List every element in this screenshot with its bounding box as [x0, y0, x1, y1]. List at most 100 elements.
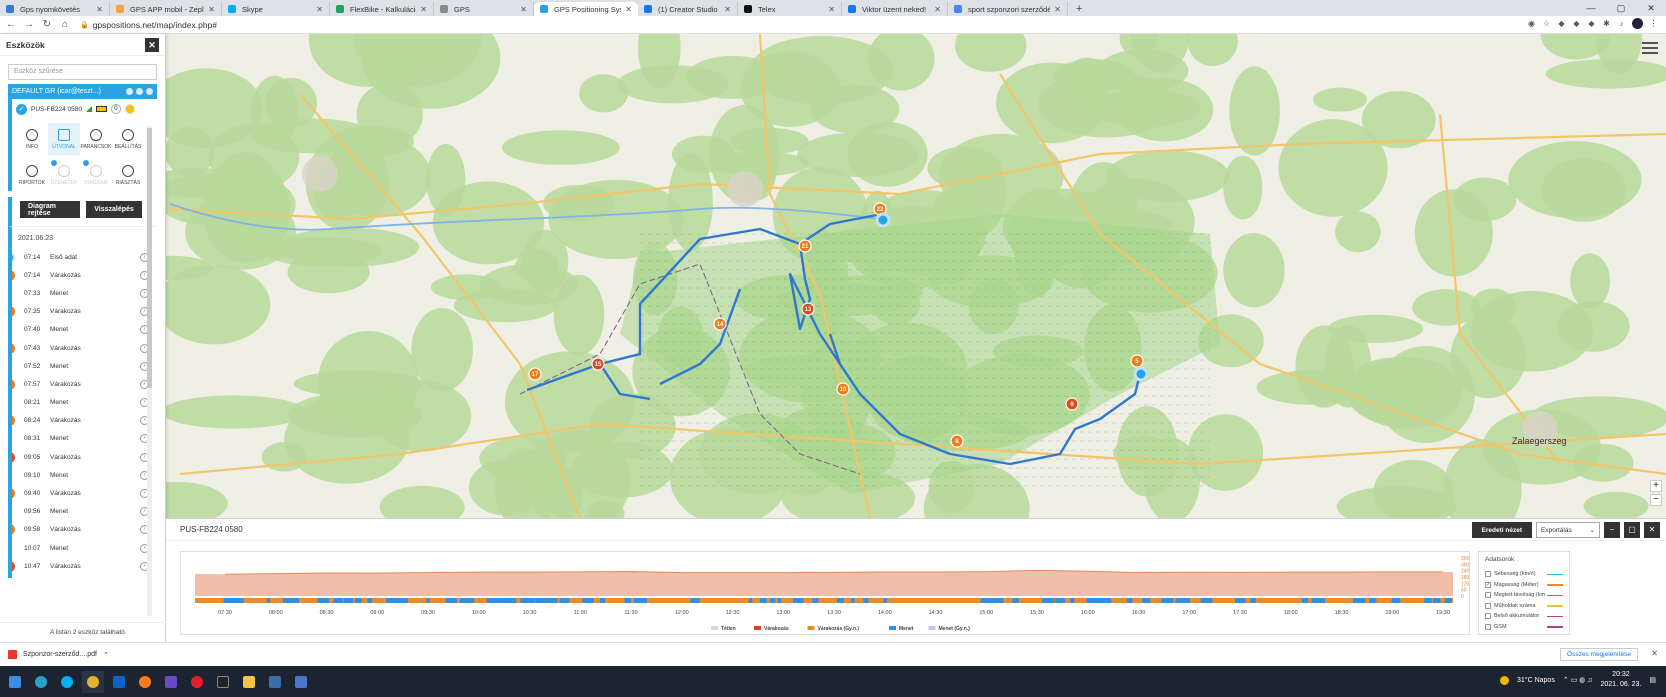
menu-item-riasztás[interactable]: RIASZTÁS — [112, 159, 144, 191]
minimize-button[interactable]: — — [1576, 0, 1606, 16]
kebab-menu-icon[interactable]: ⋮ — [1649, 19, 1658, 28]
timeline-event[interactable]: 9 10:47 Várakozás › — [12, 557, 157, 575]
close-tab-icon[interactable]: ✕ — [625, 5, 632, 14]
menu-item-üzenetek[interactable]: ÜZENETEK — [48, 159, 80, 191]
data-series-item[interactable]: ✓ Magasság (Méter) — [1485, 580, 1563, 591]
close-tab-icon[interactable]: ✕ — [1054, 5, 1061, 14]
timeline-event[interactable]: 07:33 Menet › — [12, 284, 157, 302]
stop-marker[interactable]: 6 — [1065, 397, 1079, 411]
zoom-in-button[interactable]: + — [1650, 480, 1662, 492]
data-series-item[interactable]: Sebesség (km/ó) — [1485, 569, 1563, 580]
start-icon[interactable] — [4, 671, 26, 693]
close-tab-icon[interactable]: ✕ — [828, 5, 835, 14]
series-checkbox[interactable] — [1485, 602, 1491, 609]
series-checkbox[interactable]: ✓ — [1485, 581, 1491, 588]
data-series-item[interactable]: Belső akkumulátor — [1485, 611, 1563, 622]
series-checkbox[interactable] — [1485, 592, 1491, 599]
timeline-event[interactable]: 6 09:05 Várakozás › — [12, 448, 157, 466]
device-search-input[interactable]: Eszköz szűrése — [8, 64, 157, 80]
reload-icon[interactable]: ↻ — [40, 19, 54, 30]
close-sidebar-button[interactable]: ✕ — [145, 37, 159, 52]
timeline-event[interactable]: 2 07:35 Várakozás › — [12, 303, 157, 321]
close-tab-icon[interactable]: ✕ — [208, 5, 215, 14]
eye-icon[interactable] — [126, 88, 133, 95]
timeline-event[interactable]: 7 09:40 Várakozás › — [12, 484, 157, 502]
weather-text[interactable]: 31°C Napos — [1517, 677, 1555, 684]
timeline-event[interactable]: 3 07:43 Várakozás › — [12, 339, 157, 357]
stop-marker[interactable]: 14 — [713, 317, 727, 331]
stop-marker[interactable]: 10 — [836, 382, 850, 396]
series-checkbox[interactable] — [1485, 613, 1491, 620]
extension-icon[interactable]: ◆ — [1587, 19, 1596, 28]
altitude-chart[interactable]: 360 300 240 180 120 60 0 07:30 08:00 08:30 09:00 09… — [180, 551, 1470, 635]
maximize-button[interactable]: ▢ — [1606, 0, 1636, 16]
app-icon[interactable] — [160, 671, 182, 693]
settings-icon[interactable] — [136, 88, 143, 95]
data-series-item[interactable]: Megtett távolság (km) — [1485, 590, 1563, 601]
browser-tab[interactable]: GPS Positioning System - pusztc ✕ — [534, 2, 638, 16]
stop-marker[interactable]: 13 — [801, 302, 815, 316]
chrome-icon[interactable] — [82, 670, 104, 693]
close-panel-button[interactable]: ✕ — [1644, 522, 1660, 538]
menu-item-riportok[interactable]: RIPORTOK — [16, 159, 48, 191]
close-window-button[interactable]: ✕ — [1636, 0, 1666, 16]
url-field[interactable]: 🔒 gpspositions.net/map/index.php# — [80, 20, 217, 30]
extension-icon[interactable]: ◆ — [1572, 19, 1581, 28]
menu-item-diagram[interactable]: DIAGRAM — [80, 159, 112, 191]
timeline-event[interactable]: 07:14 Első adat › — [12, 248, 157, 266]
timeline-event[interactable]: 1 07:14 Várakozás › — [12, 266, 157, 284]
maximize-panel-button[interactable]: ▢ — [1624, 522, 1640, 538]
data-series-item[interactable]: Műholdak száma — [1485, 601, 1563, 612]
stop-marker[interactable]: 17 — [528, 367, 542, 381]
star-icon[interactable]: ☆ — [1542, 19, 1551, 28]
tray-icons[interactable]: ⌃ ▭ ◍ ♫ — [1563, 676, 1593, 684]
timeline-event[interactable]: 10:07 Menet › — [12, 539, 157, 557]
back-button[interactable]: Visszalépés — [86, 201, 142, 218]
series-checkbox[interactable] — [1485, 571, 1491, 578]
stop-marker[interactable]: 8 — [950, 434, 964, 448]
show-all-downloads-button[interactable]: Összes megjelenítése — [1560, 648, 1638, 661]
opera-icon[interactable] — [186, 671, 208, 693]
hide-diagram-button[interactable]: Diagram rejtése — [20, 201, 80, 218]
close-tab-icon[interactable]: ✕ — [96, 5, 103, 14]
device-row[interactable]: ✓ PUS-FB224 0580 0 — [8, 99, 157, 119]
timeline-event[interactable]: 07:52 Menet › — [12, 357, 157, 375]
browser-tab[interactable]: Gps nyomkövetés ✕ — [0, 2, 110, 16]
browser-tab[interactable]: Telex ✕ — [738, 2, 842, 16]
start-end-pin-icon[interactable] — [875, 212, 891, 228]
close-tab-icon[interactable]: ✕ — [520, 5, 527, 14]
download-item[interactable]: Szponzor-szerződ....pdf ⌃ — [8, 650, 109, 659]
timeline-event[interactable]: 08:21 Menet › — [12, 394, 157, 412]
timeline-event[interactable]: 07:40 Menet › — [12, 321, 157, 339]
close-tab-icon[interactable]: ✕ — [420, 5, 427, 14]
timeline-event[interactable]: 8 09:58 Várakozás › — [12, 521, 157, 539]
browser-tab[interactable]: sport szponzori szerződés - Goo ✕ — [948, 2, 1068, 16]
browser-tab[interactable]: (1) Creator Studio ✕ — [638, 2, 738, 16]
outlook-icon[interactable] — [108, 671, 130, 693]
menu-item-parancsok[interactable]: PARANCSOK — [80, 123, 112, 155]
weather-icon[interactable] — [1500, 675, 1509, 685]
location-icon[interactable]: ◉ — [1527, 19, 1536, 28]
puzzle-icon[interactable]: ✱ — [1602, 19, 1611, 28]
home-icon[interactable]: ⌂ — [58, 19, 72, 30]
calculator-icon[interactable] — [264, 671, 286, 693]
browser-tab[interactable]: FlexBike - Kalkuláció - Google Sh✕ — [330, 2, 434, 16]
browser-tab[interactable]: GPS ✕ — [434, 2, 534, 16]
skype-icon[interactable] — [56, 671, 78, 693]
profile-avatar[interactable] — [1632, 18, 1643, 29]
data-series-item[interactable]: GSM — [1485, 622, 1563, 633]
timeline-event[interactable]: 09:56 Menet › — [12, 503, 157, 521]
stop-marker[interactable]: 15 — [591, 357, 605, 371]
menu-item-beállítás[interactable]: BEÁLLÍTÁS — [112, 123, 144, 155]
menu-item-útvonal[interactable]: ÚTVONAL — [48, 123, 80, 155]
forward-icon[interactable]: → — [22, 19, 36, 30]
close-tab-icon[interactable]: ✕ — [316, 5, 323, 14]
hamburger-menu-icon[interactable] — [1642, 42, 1658, 54]
back-icon[interactable]: ← — [4, 19, 18, 30]
menu-item-info[interactable]: INFO — [16, 123, 48, 155]
close-tab-icon[interactable]: ✕ — [934, 5, 941, 14]
start-end-pin-icon[interactable] — [1133, 366, 1149, 382]
series-checkbox[interactable] — [1485, 623, 1491, 630]
terminal-icon[interactable] — [212, 671, 234, 693]
explorer-icon[interactable] — [238, 671, 260, 693]
